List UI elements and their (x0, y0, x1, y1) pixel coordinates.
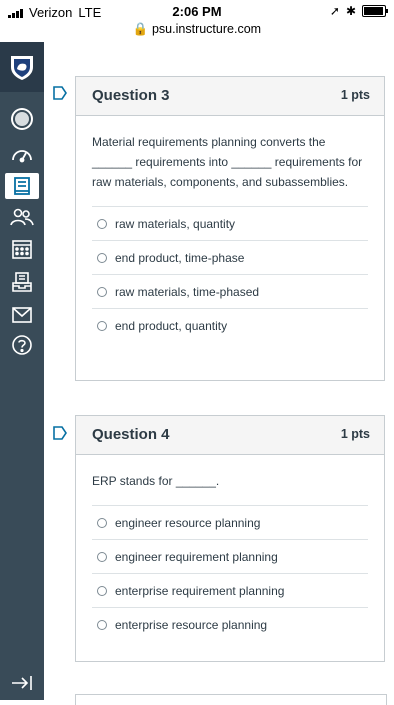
answer-label: end product, quantity (115, 318, 228, 333)
radio-button[interactable] (97, 619, 107, 630)
location-icon: ➚ (329, 4, 340, 18)
dashboard-icon[interactable] (7, 141, 37, 167)
answer-option[interactable]: raw materials, quantity (92, 207, 368, 241)
answer-label: engineer requirement planning (115, 549, 278, 564)
answer-list: engineer resource planning engineer requ… (92, 505, 368, 641)
question-text: Material requirements planning converts … (92, 135, 363, 189)
radio-button[interactable] (97, 252, 107, 263)
url-text: psu.instructure.com (151, 22, 262, 36)
answer-option[interactable]: engineer requirement planning (92, 540, 368, 574)
question-card: Question 3 1 pts Material requirements p… (75, 76, 385, 381)
flag-question-3-icon[interactable] (52, 86, 68, 100)
mail-icon[interactable] (7, 302, 37, 328)
answer-option[interactable]: engineer resource planning (92, 506, 368, 540)
radio-button[interactable] (97, 218, 107, 229)
answer-label: engineer resource planning (115, 515, 261, 530)
question-title: Question 4 (92, 426, 170, 443)
answer-label: end product, time-phase (115, 250, 245, 265)
lock-icon: 🔒 (132, 22, 149, 36)
groups-icon[interactable] (7, 204, 37, 230)
answer-list: raw materials, quantity end product, tim… (92, 206, 368, 342)
answer-label: raw materials, time-phased (115, 284, 260, 299)
answer-option[interactable]: enterprise resource planning (92, 608, 368, 641)
radio-button[interactable] (97, 320, 107, 331)
url-bar[interactable]: 🔒 psu.instructure.com (0, 22, 394, 37)
answer-label: enterprise requirement planning (115, 583, 285, 598)
radio-button[interactable] (97, 585, 107, 596)
quiz-content: Question 3 1 pts Material requirements p… (44, 42, 394, 705)
radio-button[interactable] (97, 286, 107, 297)
status-bar: Verizon LTE 2:06 PM 🔒 psu.instructure.co… (0, 0, 394, 42)
question-header: Question 3 1 pts (76, 77, 384, 116)
question-title: Question 3 (92, 87, 170, 104)
status-icons: ➚ ✱ (329, 4, 388, 18)
calendar-icon[interactable] (7, 236, 37, 262)
inbox-tray-icon[interactable] (7, 269, 37, 295)
collapse-nav-icon[interactable] (10, 674, 34, 692)
question-header: Question 4 1 pts (76, 416, 384, 455)
battery-icon (362, 5, 388, 17)
answer-option[interactable]: enterprise requirement planning (92, 574, 368, 608)
answer-option[interactable]: end product, quantity (92, 309, 368, 342)
logo-icon[interactable] (0, 42, 44, 92)
question-points: 1 pts (340, 427, 370, 441)
answer-option[interactable]: raw materials, time-phased (92, 275, 368, 309)
flag-question-4-icon[interactable] (52, 426, 68, 440)
question-points: 1 pts (340, 88, 370, 102)
global-nav (0, 42, 44, 700)
radio-button[interactable] (97, 551, 107, 562)
answer-option[interactable]: end product, time-phase (92, 241, 368, 275)
account-icon[interactable] (7, 106, 37, 132)
question-card: Question 4 1 pts ERP stands for ______. … (75, 415, 385, 662)
bluetooth-icon: ✱ (345, 4, 356, 18)
question-text: ERP stands for ______. (92, 474, 220, 488)
radio-button[interactable] (97, 517, 107, 528)
courses-icon[interactable] (5, 173, 39, 199)
answer-label: raw materials, quantity (115, 216, 236, 231)
answer-label: enterprise resource planning (115, 617, 268, 632)
help-icon[interactable] (7, 332, 37, 358)
